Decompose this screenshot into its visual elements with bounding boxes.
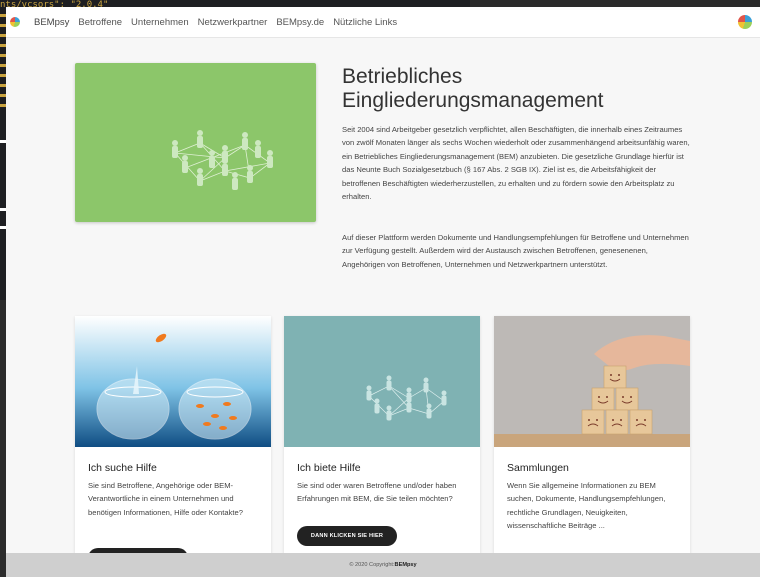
- card-image-smiley-blocks: [494, 316, 690, 447]
- card-title: Sammlungen: [507, 462, 569, 474]
- network-figures-icon: [366, 375, 447, 421]
- nav-item-netzwerkpartner[interactable]: Netzwerkpartner: [198, 17, 268, 28]
- smiley-blocks-icon: [494, 316, 690, 447]
- card-text: Sie sind Betroffene, Angehörige oder BEM…: [88, 481, 243, 517]
- network-figures-icon: [172, 130, 273, 190]
- browser-page: BEMpsy Betroffene Unternehmen Netzwerkpa…: [6, 7, 760, 577]
- nav-item-unternehmen[interactable]: Unternehmen: [131, 17, 189, 28]
- card-cta-button[interactable]: DANN KLICKEN SIE HIER: [297, 526, 397, 546]
- hero-image: [75, 63, 316, 222]
- card-text: Wenn Sie allgemeine Informationen zu BEM…: [507, 481, 666, 531]
- card-title: Ich biete Hilfe: [297, 462, 361, 474]
- user-menu-icon[interactable]: [738, 15, 752, 29]
- nav-item-nuetzliche-links[interactable]: Nützliche Links: [333, 17, 397, 28]
- card-title: Ich suche Hilfe: [88, 462, 157, 474]
- nav-item-betroffene[interactable]: Betroffene: [78, 17, 122, 28]
- nav-item-bempsy-de[interactable]: BEMpsy.de: [276, 17, 324, 28]
- card-sammlungen: Sammlungen Wenn Sie allgemeine Informati…: [494, 316, 690, 566]
- platform-paragraph: Auf dieser Plattform werden Dokumente un…: [342, 233, 689, 269]
- card-image-network: [284, 316, 480, 447]
- footer-brand-link[interactable]: BEMpsy: [395, 562, 417, 568]
- top-navbar: BEMpsy Betroffene Unternehmen Netzwerkpa…: [6, 7, 760, 38]
- intro-paragraph: Seit 2004 sind Arbeitgeber gesetzlich ve…: [342, 125, 690, 202]
- card-ich-suche-hilfe: Ich suche Hilfe Sie sind Betroffene, Ang…: [75, 316, 271, 566]
- card-image-goldfish: [75, 316, 271, 447]
- goldfish-jump-icon: [75, 316, 271, 447]
- card-ich-biete-hilfe: Ich biete Hilfe Sie sind oder waren Betr…: [284, 316, 480, 566]
- footer: © 2020 Copyright: BEMpsy: [6, 553, 760, 577]
- page-title: Betriebliches Eingliederungsmanagement: [342, 65, 604, 112]
- card-text: Sie sind oder waren Betroffene und/oder …: [297, 481, 457, 504]
- footer-copyright: © 2020 Copyright:: [349, 562, 395, 568]
- nav-brand[interactable]: BEMpsy: [34, 17, 69, 28]
- brand-logo-icon[interactable]: [10, 17, 20, 27]
